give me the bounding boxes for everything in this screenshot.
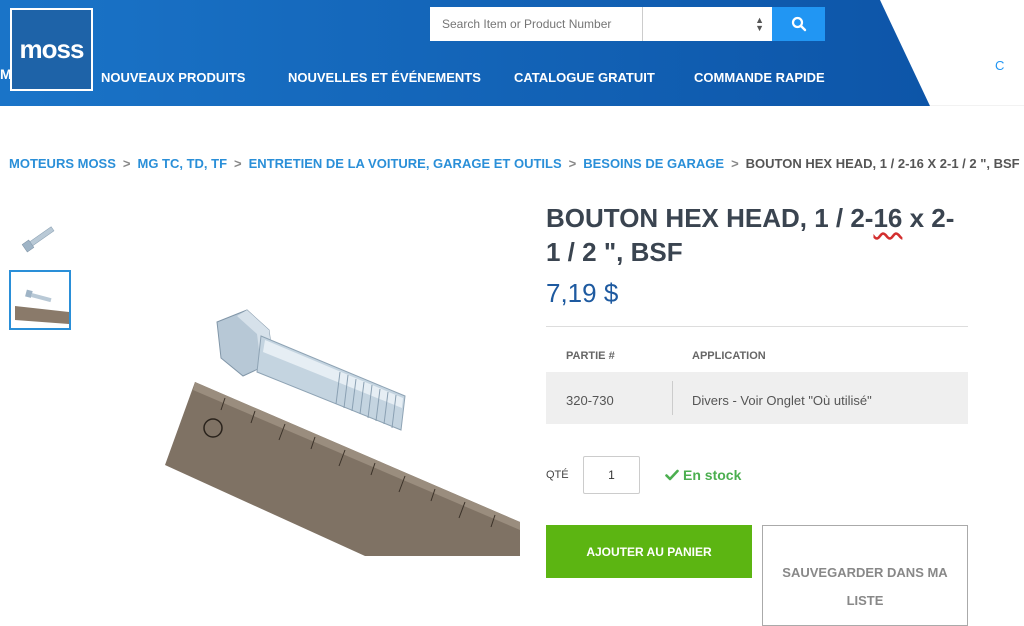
logo-text: moss: [19, 34, 85, 64]
cell-divider: [672, 381, 673, 415]
nav-news-events[interactable]: NOUVELLES ET ÉVÉNEMENTS: [288, 70, 481, 85]
breadcrumb-link[interactable]: ENTRETIEN DE LA VOITURE, GARAGE ET OUTIL…: [249, 156, 562, 171]
site-header: M moss ▲▼ NOUVEAUX PRODUITS NOUVELLES ET…: [0, 0, 1024, 106]
breadcrumb: MOTEURS MOSS > MG TC, TD, TF > ENTRETIEN DE …: [9, 156, 1020, 171]
breadcrumb-link[interactable]: BESOINS DE GARAGE: [583, 156, 724, 171]
updown-arrows-icon: ▲ ▼: [755, 15, 764, 33]
breadcrumb-separator: >: [731, 156, 739, 171]
part-number-value: 320-730: [566, 393, 614, 408]
product-title: BOUTON HEX HEAD, 1 / 2-16 x 2-1 / 2 ", B…: [546, 201, 966, 269]
bolt-ruler-thumbnail-image: [15, 289, 69, 324]
stock-status: En stock: [665, 467, 741, 483]
search-input[interactable]: [430, 7, 642, 41]
divider: [546, 326, 968, 327]
part-table-header: PARTIE # APPLICATION: [546, 344, 968, 370]
product-main-image[interactable]: [165, 300, 520, 556]
search-button[interactable]: [772, 7, 825, 41]
search-icon: [791, 16, 806, 32]
application-value: Divers - Voir Onglet "Où utilisé": [692, 393, 872, 408]
product-price: 7,19 $: [546, 278, 619, 308]
title-part: BOUTON HEX HEAD, 1 / 2-: [546, 203, 874, 233]
nav-free-catalog[interactable]: CATALOGUE GRATUIT: [514, 70, 655, 85]
part-number-header: PARTIE #: [566, 350, 615, 362]
breadcrumb-separator: >: [122, 156, 131, 171]
check-icon: [665, 469, 679, 481]
moss-logo[interactable]: moss: [10, 8, 93, 91]
search-category-select[interactable]: ▲ ▼: [642, 7, 772, 41]
breadcrumb-link[interactable]: MG TC, TD, TF: [138, 156, 228, 171]
bolt-on-ruler-photo: [165, 309, 520, 556]
breadcrumb-link[interactable]: MOTEURS MOSS: [9, 156, 116, 171]
quantity-input[interactable]: [583, 456, 640, 494]
add-to-cart-button[interactable]: AJOUTER AU PANIER: [546, 525, 752, 578]
breadcrumb-current: BOUTON HEX HEAD, 1 / 2-16 X 2-1 / 2 ", B…: [745, 156, 1020, 171]
breadcrumb-separator: >: [234, 156, 242, 171]
product-thumbnail-selected[interactable]: [9, 270, 71, 330]
application-header: APPLICATION: [692, 350, 766, 362]
nav-new-products[interactable]: NOUVEAUX PRODUITS: [101, 70, 245, 85]
bolt-thumbnail-image: [21, 226, 55, 253]
nav-quick-order[interactable]: COMMANDE RAPIDE: [694, 70, 825, 85]
stock-text: En stock: [683, 467, 742, 483]
breadcrumb-separator: >: [568, 156, 577, 171]
product-thumbnail[interactable]: [9, 207, 71, 267]
save-to-list-button[interactable]: SAUVEGARDER DANS MA LISTE: [762, 525, 968, 626]
search-bar: ▲▼: [430, 7, 825, 41]
quantity-label: QTÉ: [546, 469, 569, 481]
header-right-clipped[interactable]: C: [995, 58, 1004, 73]
title-spellcheck-flagged: 16: [873, 203, 903, 233]
table-row: 320-730 Divers - Voir Onglet "Où utilisé…: [546, 372, 968, 424]
ruler-graphic: [165, 382, 520, 556]
